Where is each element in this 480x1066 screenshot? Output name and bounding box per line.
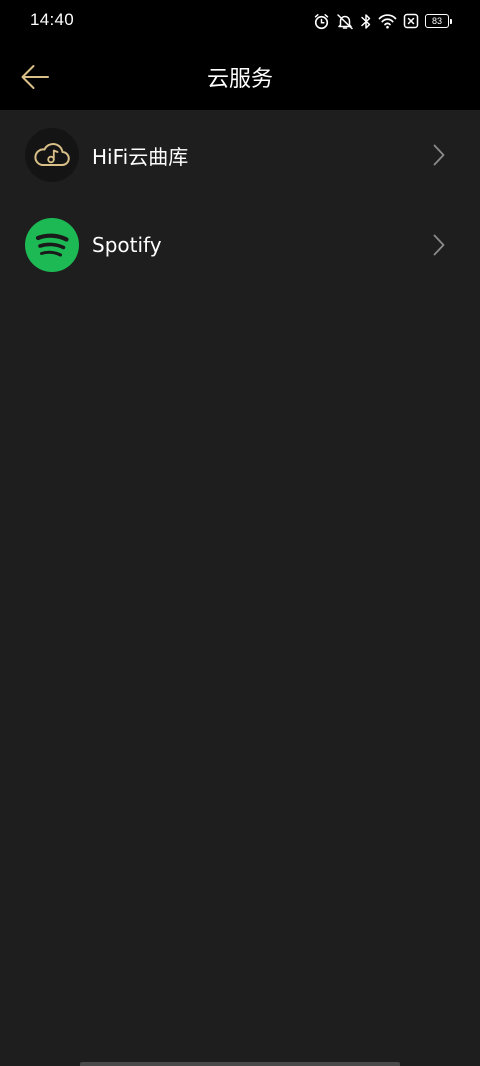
status-icons: 83	[313, 11, 452, 31]
hifi-cloud-music-icon	[25, 128, 79, 182]
page-title: 云服务	[206, 67, 273, 92]
cloud-services-screen: 14:40 83 云服务 HiFi云曲库 Spotify	[0, 0, 480, 1066]
service-list: HiFi云曲库 Spotify	[0, 110, 480, 290]
chevron-right-icon	[432, 143, 446, 167]
battery-level: 83	[425, 14, 449, 28]
list-item-spotify[interactable]: Spotify	[0, 200, 480, 290]
list-item-hifi-cloud-library[interactable]: HiFi云曲库	[0, 110, 480, 200]
gesture-nav-bar[interactable]	[80, 1062, 400, 1066]
bluetooth-icon	[360, 11, 372, 31]
app-bar: 云服务	[0, 42, 480, 110]
status-time: 14:40	[30, 10, 75, 29]
list-item-label: Spotify	[92, 233, 162, 257]
list-item-label: HiFi云曲库	[92, 144, 189, 169]
sim-disabled-icon	[403, 11, 419, 31]
status-bar: 14:40 83	[0, 0, 480, 42]
battery-icon: 83	[425, 14, 452, 28]
chevron-right-icon	[432, 233, 446, 257]
spotify-icon	[25, 218, 79, 272]
alarm-icon	[313, 11, 330, 31]
mute-icon	[336, 11, 354, 31]
wifi-icon	[378, 11, 397, 31]
